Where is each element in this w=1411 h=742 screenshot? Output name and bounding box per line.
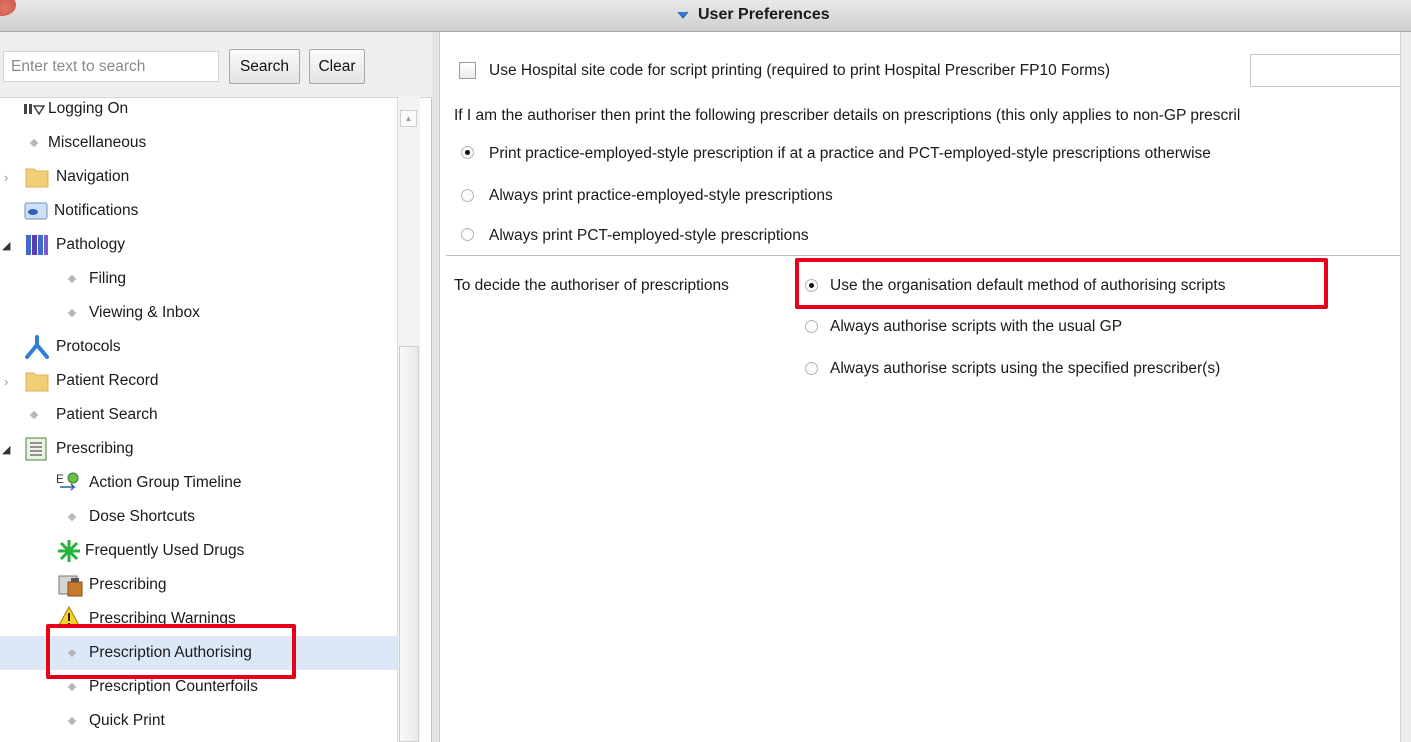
bullet-icon (67, 308, 77, 318)
bullet-icon (67, 716, 77, 726)
collapse-arrow-icon[interactable]: ◢ (2, 443, 10, 456)
hospital-site-code-label: Use Hospital site code for script printi… (489, 62, 1111, 79)
print-style-option-label: Always print PCT-employed-style prescrip… (489, 227, 809, 244)
tree-item-navigation[interactable]: › Navigation (0, 160, 397, 194)
bullet-icon (29, 410, 39, 420)
scrollbar-thumb[interactable] (399, 346, 419, 742)
tree-item-miscellaneous[interactable]: Miscellaneous (0, 126, 397, 160)
bullet-icon (29, 138, 39, 148)
tree-item-label: Logging On (48, 100, 129, 117)
tree-item-action-group-timeline[interactable]: E Action Group Timeline (0, 466, 397, 500)
tree-item-pathology[interactable]: ◢ Pathology (0, 228, 397, 262)
tree-item-viewing-inbox[interactable]: Viewing & Inbox (0, 296, 397, 330)
preferences-tree-pane: Search Clear Logging On Miscellaneous › … (0, 32, 432, 742)
bullet-icon (67, 512, 77, 522)
tree-item-prescription-authorising[interactable]: Prescription Authorising (0, 636, 397, 670)
tree-item-label: Prescribing (56, 440, 134, 457)
bullet-icon (67, 274, 77, 284)
tree-item-label: Prescribing Warnings (89, 610, 236, 627)
authoriser-radio-specified-prescriber[interactable] (805, 362, 818, 375)
print-style-option-label: Print practice-employed-style prescripti… (489, 145, 1211, 162)
window-title-group: User Preferences (676, 4, 830, 26)
protocols-icon (25, 335, 49, 359)
authoriser-option-label: Always authorise scripts with the usual … (830, 318, 1123, 335)
print-style-radio-pct[interactable] (461, 228, 474, 241)
authoriser-label: To decide the authoriser of prescription… (454, 277, 729, 294)
collapse-arrow-icon[interactable]: ◢ (2, 239, 10, 252)
print-style-radio-practice-or-pct[interactable] (461, 146, 474, 159)
tree-item-label: Dose Shortcuts (89, 508, 195, 525)
clear-button[interactable]: Clear (309, 49, 365, 84)
tree-item-prescribing[interactable]: Prescribing (0, 568, 397, 602)
tree-item-frequently-used-drugs[interactable]: Frequently Used Drugs (0, 534, 397, 568)
tree-item-label: Patient Search (56, 406, 158, 423)
action-group-icon: E (56, 472, 79, 491)
authoriser-radio-usual-gp[interactable] (805, 320, 818, 333)
prescribing-icon (25, 437, 47, 461)
authoriser-option-label: Use the organisation default method of a… (830, 277, 1226, 294)
search-toolbar: Search Clear (0, 32, 432, 98)
asterisk-icon (58, 540, 80, 562)
prescriber-details-intro: If I am the authoriser then print the fo… (454, 107, 1241, 124)
preferences-detail-pane: Use Hospital site code for script printi… (440, 32, 1410, 742)
prescribing-settings-icon (58, 575, 83, 597)
svg-text:E: E (56, 472, 64, 486)
tree-item-notifications[interactable]: Notifications (0, 194, 397, 228)
logging-on-icon (24, 104, 46, 116)
notifications-icon (24, 202, 48, 220)
bullet-icon (67, 682, 77, 692)
tree-item-label: Notifications (54, 202, 139, 219)
chevron-down-icon[interactable] (676, 8, 690, 22)
detail-scrollbar[interactable] (1400, 32, 1411, 742)
scroll-up-arrow-icon[interactable]: ▲ (400, 110, 417, 127)
tree-item-filing[interactable]: Filing (0, 262, 397, 296)
tree-item-label: Prescribing (89, 576, 167, 593)
folder-icon (25, 372, 49, 392)
folder-icon (25, 168, 49, 188)
tree-item-patient-record[interactable]: › Patient Record (0, 364, 397, 398)
tree-item-dose-shortcuts[interactable]: Dose Shortcuts (0, 500, 397, 534)
tree-item-label: Filing (89, 270, 127, 287)
authoriser-radio-org-default[interactable] (805, 279, 818, 292)
pane-splitter[interactable] (432, 32, 440, 742)
tree-item-prescribing-warnings[interactable]: Prescribing Warnings (0, 602, 397, 636)
search-input[interactable] (3, 51, 219, 82)
tree-item-label: Pathology (56, 236, 125, 253)
tree-item-label: Action Group Timeline (89, 474, 242, 491)
tree-scrollbar[interactable]: ▲ (397, 96, 420, 742)
tree-item-label: Prescription Authorising (89, 644, 252, 661)
section-divider (446, 255, 1400, 256)
search-button[interactable]: Search (229, 49, 300, 84)
tree-item-patient-search[interactable]: Patient Search (0, 398, 397, 432)
hospital-site-code-checkbox[interactable] (459, 62, 476, 79)
tree-item-label: Viewing & Inbox (89, 304, 200, 321)
preferences-tree: Logging On Miscellaneous › Navigation No… (0, 96, 397, 742)
window-title: User Preferences (698, 6, 830, 23)
app-orb-icon[interactable] (0, 0, 16, 16)
bullet-icon (67, 648, 77, 658)
tree-item-label: Frequently Used Drugs (85, 542, 245, 559)
warning-icon (57, 606, 81, 628)
tree-item-label: Navigation (56, 168, 130, 185)
tree-item-quick-print[interactable]: Quick Print (0, 704, 397, 738)
expand-arrow-icon[interactable]: › (4, 170, 8, 185)
print-style-option-label: Always print practice-employed-style pre… (489, 187, 833, 204)
tree-item-label: Protocols (56, 338, 121, 355)
tree-item-label: Patient Record (56, 372, 159, 389)
tree-item-logging-on[interactable]: Logging On (0, 96, 397, 126)
tree-item-label: Miscellaneous (48, 134, 147, 151)
tree-item-label: Prescription Counterfoils (89, 678, 258, 695)
tree-item-prescription-counterfoils[interactable]: Prescription Counterfoils (0, 670, 397, 704)
expand-arrow-icon[interactable]: › (4, 374, 8, 389)
tree-item-protocols[interactable]: Protocols (0, 330, 397, 364)
pathology-icon (26, 235, 48, 255)
authoriser-option-label: Always authorise scripts using the speci… (830, 360, 1221, 377)
title-bar: User Preferences (0, 0, 1411, 32)
tree-item-label: Quick Print (89, 712, 165, 729)
hospital-site-code-field[interactable] (1250, 54, 1410, 87)
print-style-radio-practice[interactable] (461, 189, 474, 202)
tree-item-prescribing-group[interactable]: ◢ Prescribing (0, 432, 397, 466)
